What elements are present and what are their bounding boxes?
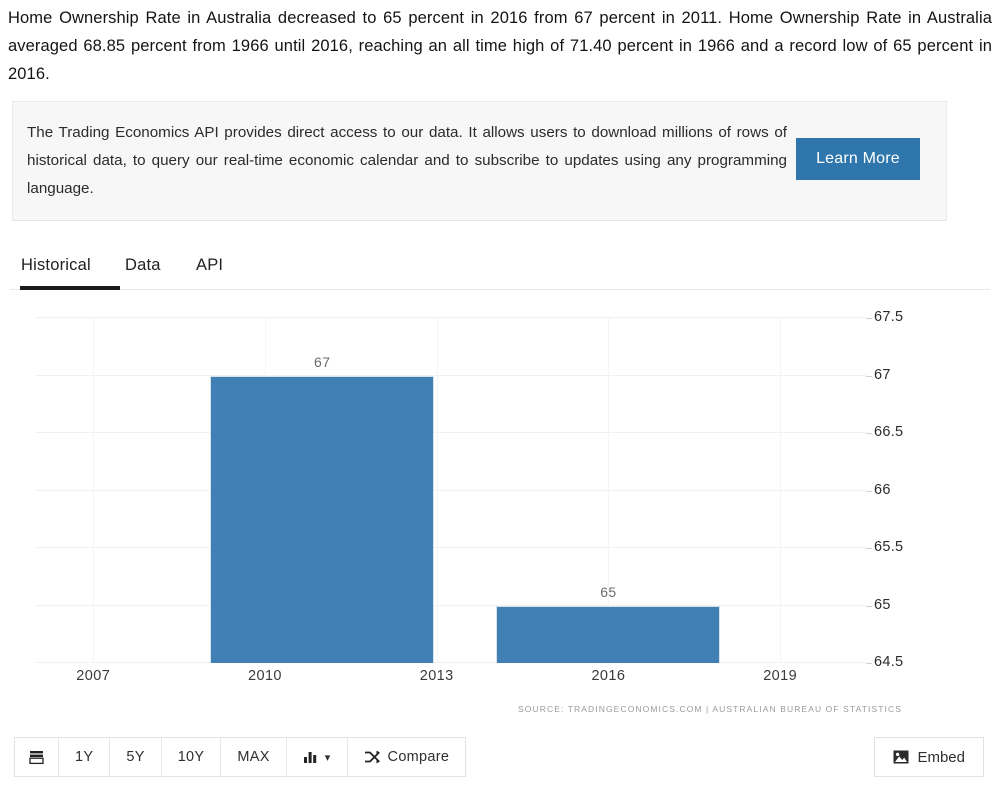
chart-gridline-horizontal: [36, 604, 866, 606]
chart-y-tick-label: 66: [874, 481, 891, 498]
tab-active-indicator: [20, 286, 120, 290]
chart-y-tick-mark: [866, 375, 872, 377]
chart-bar[interactable]: [210, 375, 435, 663]
chart-y-tick-label: 67.5: [874, 309, 904, 325]
tab-bar: Historical Data API: [10, 246, 990, 292]
chart-x-tick-label: 2016: [591, 668, 626, 684]
chart-gridline-vertical: [93, 318, 95, 663]
api-promo-text: The Trading Economics API provides direc…: [27, 124, 787, 197]
chart-gridline-horizontal: [36, 547, 866, 548]
api-promo-box: The Trading Economics API provides direc…: [12, 101, 947, 221]
range-1y-button[interactable]: 1Y: [59, 738, 111, 776]
chart-y-tick-mark: [866, 605, 872, 607]
chart-toolbar: 1Y 5Y 10Y MAX ▾ Compare: [14, 737, 467, 777]
bar-chart-icon: [303, 750, 318, 764]
home-ownership-bar-chart[interactable]: 67 65 67.5 67 66.5 66 65.5 65 64.5 2007 2010 2013…: [0, 300, 1000, 730]
range-5y-button[interactable]: 5Y: [110, 738, 162, 776]
chart-y-tick-mark: [866, 663, 872, 664]
chart-y-tick-mark: [866, 433, 872, 434]
shuffle-icon: [364, 750, 381, 764]
list-view-button[interactable]: [15, 738, 59, 776]
chart-gridline-horizontal: [36, 489, 866, 491]
chart-y-tick-mark: [866, 548, 872, 549]
chart-plot-area: 67 65: [36, 317, 866, 663]
chart-gridline-horizontal: [36, 317, 866, 318]
range-max-button[interactable]: MAX: [221, 738, 287, 776]
embed-label: Embed: [917, 748, 965, 766]
compare-label: Compare: [387, 749, 450, 765]
tab-api[interactable]: API: [196, 246, 223, 284]
chart-gridline-vertical: [436, 318, 438, 663]
chart-gridline-horizontal: [36, 374, 866, 376]
chart-type-dropdown[interactable]: ▾: [286, 738, 348, 776]
chart-gridline-vertical: [780, 318, 782, 663]
chart-y-tick-label: 65.5: [874, 539, 904, 555]
chart-y-tick-label: 65: [874, 596, 891, 613]
embed-button[interactable]: Embed: [874, 737, 984, 777]
chevron-down-icon: ▾: [324, 751, 331, 764]
range-10y-button[interactable]: 10Y: [161, 738, 222, 776]
chart-y-tick-label: 64.5: [874, 654, 904, 670]
chart-x-tick-label: 2019: [763, 668, 798, 684]
chart-gridline-horizontal: [36, 662, 866, 663]
chart-gridline-horizontal: [36, 432, 866, 433]
chart-x-tick-label: 2007: [76, 668, 111, 684]
chart-bar[interactable]: [496, 605, 721, 663]
chart-source-note: SOURCE: TRADINGECONOMICS.COM | AUSTRALIA…: [518, 704, 902, 714]
chart-y-tick-mark: [866, 490, 872, 492]
chart-bar-value-label: 67: [314, 353, 331, 370]
learn-more-button[interactable]: Learn More: [796, 138, 920, 180]
image-icon: [893, 750, 909, 764]
chart-x-tick-label: 2010: [248, 668, 282, 684]
compare-button[interactable]: Compare: [347, 738, 466, 776]
chart-y-tick-mark: [866, 318, 872, 319]
list-icon: [29, 750, 44, 765]
tab-data[interactable]: Data: [125, 246, 161, 284]
intro-paragraph: Home Ownership Rate in Australia decreas…: [8, 9, 992, 83]
page-root: Home Ownership Rate in Australia decreas…: [0, 0, 1000, 802]
chart-y-tick-label: 67: [874, 366, 891, 383]
chart-x-tick-label: 2013: [419, 668, 454, 684]
tab-historical[interactable]: Historical: [21, 246, 91, 284]
chart-bar-value-label: 65: [600, 583, 617, 600]
chart-y-tick-label: 66.5: [874, 424, 904, 440]
tab-bar-divider: [10, 289, 990, 290]
